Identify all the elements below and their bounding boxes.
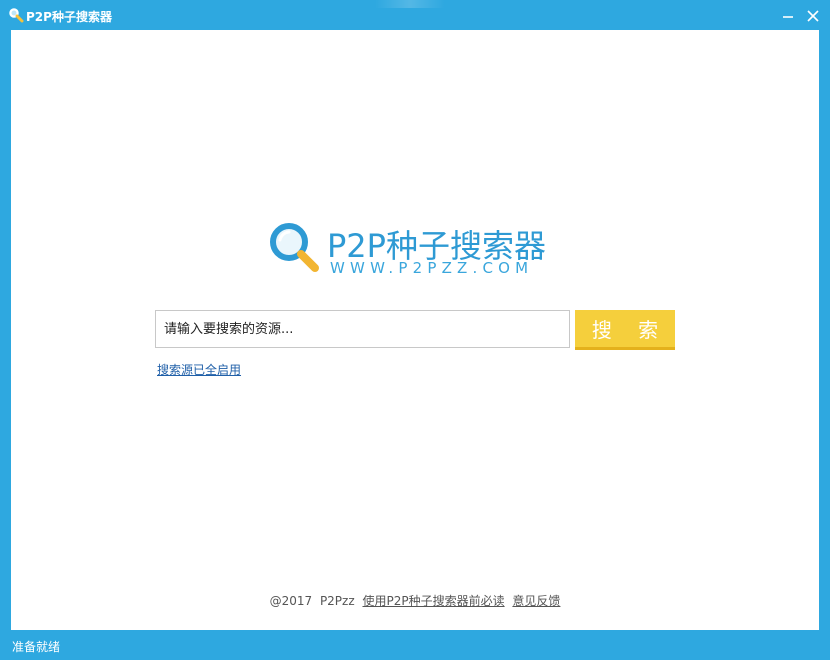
status-text: 准备就绪 bbox=[12, 640, 61, 654]
main-panel: P2P种子搜索器 WWW.P2PZZ.COM 搜 索 搜索源已全启用 @2017… bbox=[11, 30, 819, 630]
footer-brand: P2Pzz bbox=[319, 594, 355, 608]
search-field[interactable] bbox=[155, 310, 570, 348]
magnifier-icon bbox=[270, 223, 319, 272]
feedback-link[interactable]: 意见反馈 bbox=[512, 594, 560, 608]
search-source-link[interactable]: 搜索源已全启用 bbox=[157, 361, 241, 378]
minimize-icon[interactable] bbox=[780, 8, 796, 24]
logo-site-url: WWW.P2PZZ.COM bbox=[330, 259, 534, 277]
close-icon[interactable] bbox=[805, 8, 821, 24]
status-bar: 准备就绪 bbox=[0, 630, 830, 660]
footer: @2017 P2Pzz 使用P2P种子搜索器前必读 意见反馈 bbox=[11, 592, 819, 609]
app-logo: P2P种子搜索器 WWW.P2PZZ.COM bbox=[267, 217, 567, 277]
copyright-year: @2017 bbox=[269, 594, 313, 608]
search-input[interactable] bbox=[156, 311, 569, 347]
title-bar: P2P种子搜索器 bbox=[0, 0, 830, 30]
title-bar-highlight bbox=[375, 0, 445, 8]
read-first-link[interactable]: 使用P2P种子搜索器前必读 bbox=[362, 594, 504, 608]
search-button[interactable]: 搜 索 bbox=[575, 310, 675, 350]
magnifier-icon bbox=[9, 8, 24, 23]
window-title: P2P种子搜索器 bbox=[26, 10, 112, 24]
